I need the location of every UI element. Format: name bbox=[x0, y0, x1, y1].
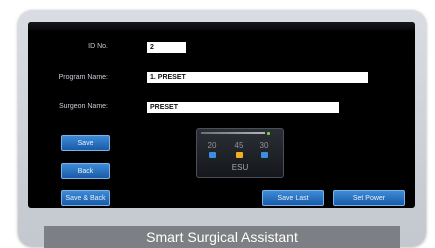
surgeon-name-field[interactable]: PRESET bbox=[147, 102, 339, 113]
program-name-label: Program Name: bbox=[58, 74, 108, 81]
save-last-button[interactable]: Save Last bbox=[262, 190, 324, 206]
esu-indicator-1 bbox=[209, 152, 216, 158]
set-power-button[interactable]: Set Power bbox=[333, 190, 405, 206]
id-label: ID No. bbox=[88, 43, 108, 50]
esu-status-led bbox=[267, 132, 270, 135]
caption-banner: Smart Surgical Assistant bbox=[44, 226, 400, 248]
esu-value-1: 20 bbox=[207, 141, 217, 150]
esu-top-line bbox=[201, 132, 265, 134]
esu-widget[interactable]: 20 45 30 ESU bbox=[196, 128, 284, 178]
esu-label: ESU bbox=[231, 163, 249, 172]
program-name-field[interactable]: 1. PRESET bbox=[147, 72, 368, 83]
screen-top-bar bbox=[28, 22, 415, 30]
esu-indicator-3 bbox=[261, 152, 268, 158]
id-field[interactable]: 2 bbox=[147, 42, 186, 53]
esu-value-3: 30 bbox=[259, 141, 269, 150]
esu-indicator-2 bbox=[236, 152, 243, 158]
surgeon-name-label: Surgeon Name: bbox=[58, 103, 108, 110]
save-and-back-button[interactable]: Save & Back bbox=[61, 190, 110, 206]
save-button[interactable]: Save bbox=[61, 135, 110, 151]
esu-value-2: 45 bbox=[234, 141, 244, 150]
back-button[interactable]: Back bbox=[61, 163, 110, 179]
touchscreen: ID No. 2 Program Name: 1. PRESET Surgeon… bbox=[28, 22, 415, 208]
